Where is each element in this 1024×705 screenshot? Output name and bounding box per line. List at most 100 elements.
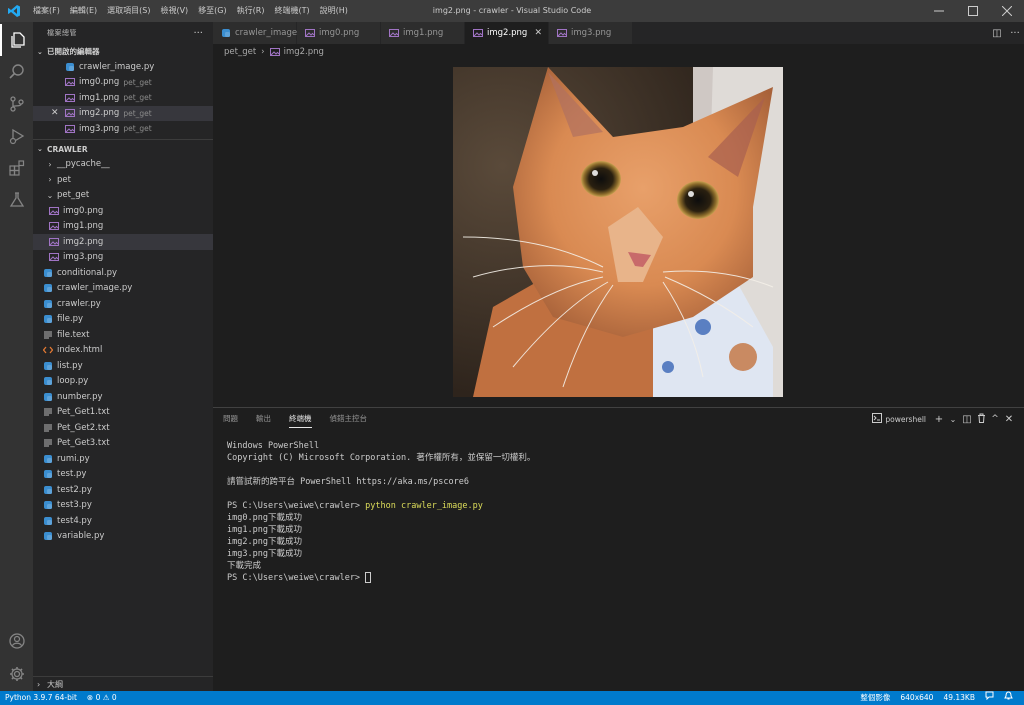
image-dimensions: 640x640 xyxy=(900,693,934,702)
file-item[interactable]: loop.py xyxy=(33,374,213,390)
file-item[interactable]: crawler.py xyxy=(33,296,213,312)
more-actions-icon[interactable]: ··· xyxy=(1006,28,1024,39)
file-item[interactable]: file.py xyxy=(33,312,213,328)
tab-output[interactable]: 輸出 xyxy=(256,408,271,430)
testing-flask-icon[interactable] xyxy=(0,184,33,216)
image-zoom-mode[interactable]: 整個影像 xyxy=(855,691,895,705)
file-item[interactable]: Pet_Get1.txt xyxy=(33,405,213,421)
close-window-button[interactable] xyxy=(990,0,1024,22)
activity-bar xyxy=(0,22,33,691)
open-editor-item[interactable]: crawler_image.py xyxy=(33,59,213,75)
breadcrumb-file[interactable]: img2.png xyxy=(284,47,324,57)
folder-item[interactable]: › pet xyxy=(33,172,213,188)
folder-item-expanded[interactable]: ⌄ pet_get xyxy=(33,188,213,204)
terminal-output[interactable]: Windows PowerShell Copyright (C) Microso… xyxy=(227,440,535,584)
maximize-button[interactable] xyxy=(956,0,990,22)
source-control-icon[interactable] xyxy=(0,88,33,120)
tab-debug-console[interactable]: 偵錯主控台 xyxy=(330,408,368,430)
open-editor-item-active[interactable]: ✕ img2.png pet_get xyxy=(33,105,213,121)
split-terminal-icon[interactable]: ◫ xyxy=(960,414,974,425)
menu-file[interactable]: 檔案(F) xyxy=(28,0,65,22)
menu-view[interactable]: 檢視(V) xyxy=(155,0,193,22)
minimize-button[interactable] xyxy=(922,0,956,22)
file-item[interactable]: Pet_Get2.txt xyxy=(33,420,213,436)
file-item[interactable]: img1.png xyxy=(33,219,213,235)
file-item[interactable]: Pet_Get3.txt xyxy=(33,436,213,452)
error-count: 0 xyxy=(95,693,101,702)
tab-img1[interactable]: img1.png xyxy=(381,22,465,44)
open-editors-section[interactable]: ⌄ 已開啟的編輯器 xyxy=(33,44,213,59)
file-item[interactable]: crawler_image.py xyxy=(33,281,213,297)
outline-section[interactable]: › 大綱 xyxy=(33,676,213,691)
file-item[interactable]: test2.py xyxy=(33,482,213,498)
tab-img3[interactable]: img3.png xyxy=(549,22,633,44)
file-item[interactable]: file.text xyxy=(33,327,213,343)
split-editor-icon[interactable]: ◫ xyxy=(988,28,1006,39)
file-item[interactable]: img0.png xyxy=(33,203,213,219)
tab-label: img1.png xyxy=(403,28,444,38)
file-item[interactable]: number.py xyxy=(33,389,213,405)
file-name: list.py xyxy=(57,360,83,371)
menu-terminal[interactable]: 終端機(T) xyxy=(269,0,314,22)
file-item[interactable]: rumi.py xyxy=(33,451,213,467)
file-item[interactable]: list.py xyxy=(33,358,213,374)
file-item-selected[interactable]: img2.png xyxy=(33,234,213,250)
tab-label: img2.png xyxy=(487,28,528,38)
menu-go[interactable]: 移至(G) xyxy=(193,0,231,22)
python-file-icon xyxy=(43,500,53,510)
problems-indicator[interactable]: ⊗ 0 ⚠ 0 xyxy=(82,691,122,705)
breadcrumb-folder[interactable]: pet_get xyxy=(224,47,256,57)
open-editor-item[interactable]: img1.png pet_get xyxy=(33,90,213,106)
file-item[interactable]: index.html xyxy=(33,343,213,359)
warning-icon: ⚠ xyxy=(102,693,110,702)
file-item[interactable]: variable.py xyxy=(33,529,213,545)
menu-edit[interactable]: 編輯(E) xyxy=(65,0,102,22)
account-icon[interactable] xyxy=(0,625,33,657)
file-item[interactable]: test4.py xyxy=(33,513,213,529)
tab-crawler-image-py[interactable]: crawler_image.py xyxy=(213,22,310,44)
trash-icon[interactable] xyxy=(974,413,988,426)
run-debug-icon[interactable] xyxy=(0,120,33,152)
tab-img2-active[interactable]: img2.png ✕ xyxy=(465,22,549,44)
chevron-down-icon[interactable]: ⌄ xyxy=(946,415,960,424)
file-item[interactable]: test3.py xyxy=(33,498,213,514)
file-item[interactable]: img3.png xyxy=(33,250,213,266)
open-editor-desc: pet_get xyxy=(123,124,152,134)
terminal-line: img1.png下載成功 xyxy=(227,525,302,535)
file-item[interactable]: test.py xyxy=(33,467,213,483)
python-file-icon xyxy=(43,268,53,278)
menu-help[interactable]: 說明(H) xyxy=(315,0,353,22)
file-item[interactable]: conditional.py xyxy=(33,265,213,281)
more-actions-icon[interactable]: ··· xyxy=(193,28,203,39)
close-panel-icon[interactable]: ✕ xyxy=(1002,414,1016,425)
tab-problems[interactable]: 問題 xyxy=(223,408,238,430)
tab-terminal[interactable]: 終端機 xyxy=(289,408,312,430)
text-file-icon xyxy=(43,330,53,340)
python-interpreter[interactable]: Python 3.9.7 64-bit xyxy=(0,691,82,705)
feedback-icon[interactable] xyxy=(980,691,999,705)
notifications-bell-icon[interactable] xyxy=(999,691,1018,705)
menu-run[interactable]: 執行(R) xyxy=(232,0,270,22)
extensions-icon[interactable] xyxy=(0,152,33,184)
open-editor-item[interactable]: img3.png pet_get xyxy=(33,121,213,137)
settings-gear-icon[interactable] xyxy=(0,658,33,690)
terminal-command: python crawler_image.py xyxy=(365,501,483,511)
image-file-icon xyxy=(557,28,567,38)
search-icon[interactable] xyxy=(0,56,33,88)
close-tab-icon[interactable]: ✕ xyxy=(534,28,542,38)
tab-img0[interactable]: img0.png xyxy=(297,22,381,44)
terminal-select[interactable]: powershell xyxy=(872,413,926,425)
crawler-folder-section[interactable]: ⌄ CRAWLER xyxy=(33,142,213,157)
chevron-up-icon[interactable]: ^ xyxy=(988,414,1002,424)
menu-selection[interactable]: 選取項目(S) xyxy=(102,0,155,22)
add-terminal-icon[interactable]: + xyxy=(932,414,946,425)
explorer-icon[interactable] xyxy=(0,24,33,56)
file-name: img1.png xyxy=(63,221,104,232)
image-file-icon xyxy=(65,124,75,134)
close-editor-icon[interactable]: ✕ xyxy=(51,108,59,118)
editor-actions: ◫ ··· xyxy=(988,22,1024,44)
folder-item[interactable]: › __pycache__ xyxy=(33,157,213,173)
python-file-icon xyxy=(43,392,53,402)
open-editor-item[interactable]: img0.png pet_get xyxy=(33,75,213,91)
